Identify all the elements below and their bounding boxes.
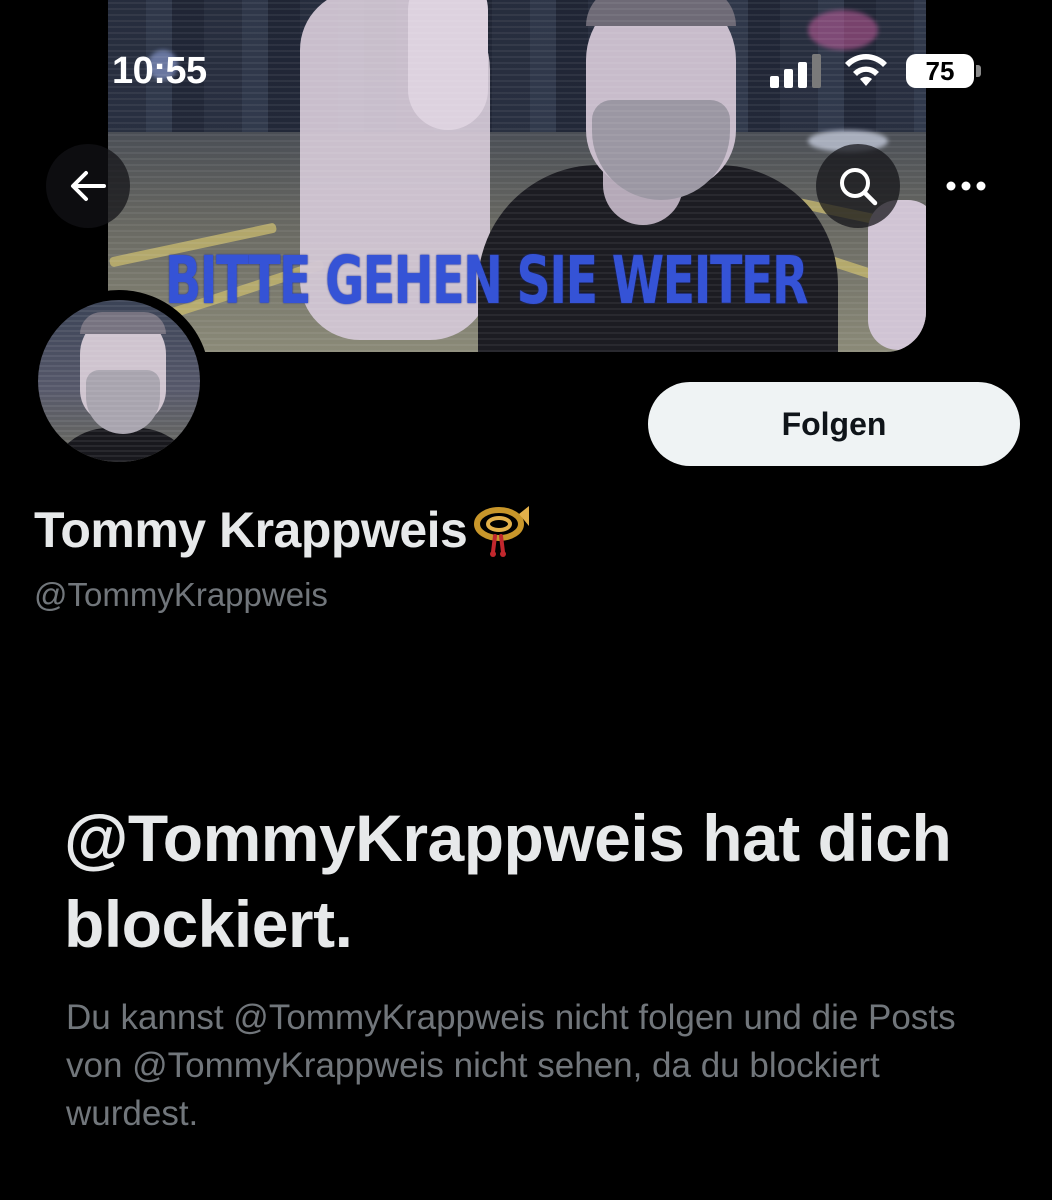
status-time: 10:55 (112, 50, 207, 92)
banner-overlay-text: BITTE GEHEN SIE WEITER (165, 242, 809, 319)
follow-button[interactable]: Folgen (648, 382, 1020, 466)
postal-horn-icon (474, 506, 530, 557)
blocked-title: @TommyKrappweis hat dich blockiert. (64, 801, 952, 961)
wifi-icon (845, 54, 887, 86)
battery-indicator: 75 (906, 54, 981, 88)
search-button[interactable] (816, 144, 900, 228)
display-name: Tommy Krappweis (34, 500, 531, 560)
search-icon (840, 168, 878, 206)
more-options-button[interactable] (924, 144, 1008, 228)
display-name-text: Tommy Krappweis (34, 502, 468, 558)
back-button[interactable] (46, 144, 130, 228)
arrow-left-icon (71, 171, 106, 201)
more-horizontal-icon (946, 181, 986, 191)
cellular-signal-icon (770, 54, 821, 88)
blocked-description: Du kannst @TommyKrappweis nicht folgen u… (66, 998, 956, 1133)
profile-handle: @TommyKrappweis (34, 576, 328, 613)
battery-level: 75 (925, 56, 955, 86)
profile-avatar[interactable] (28, 290, 210, 472)
